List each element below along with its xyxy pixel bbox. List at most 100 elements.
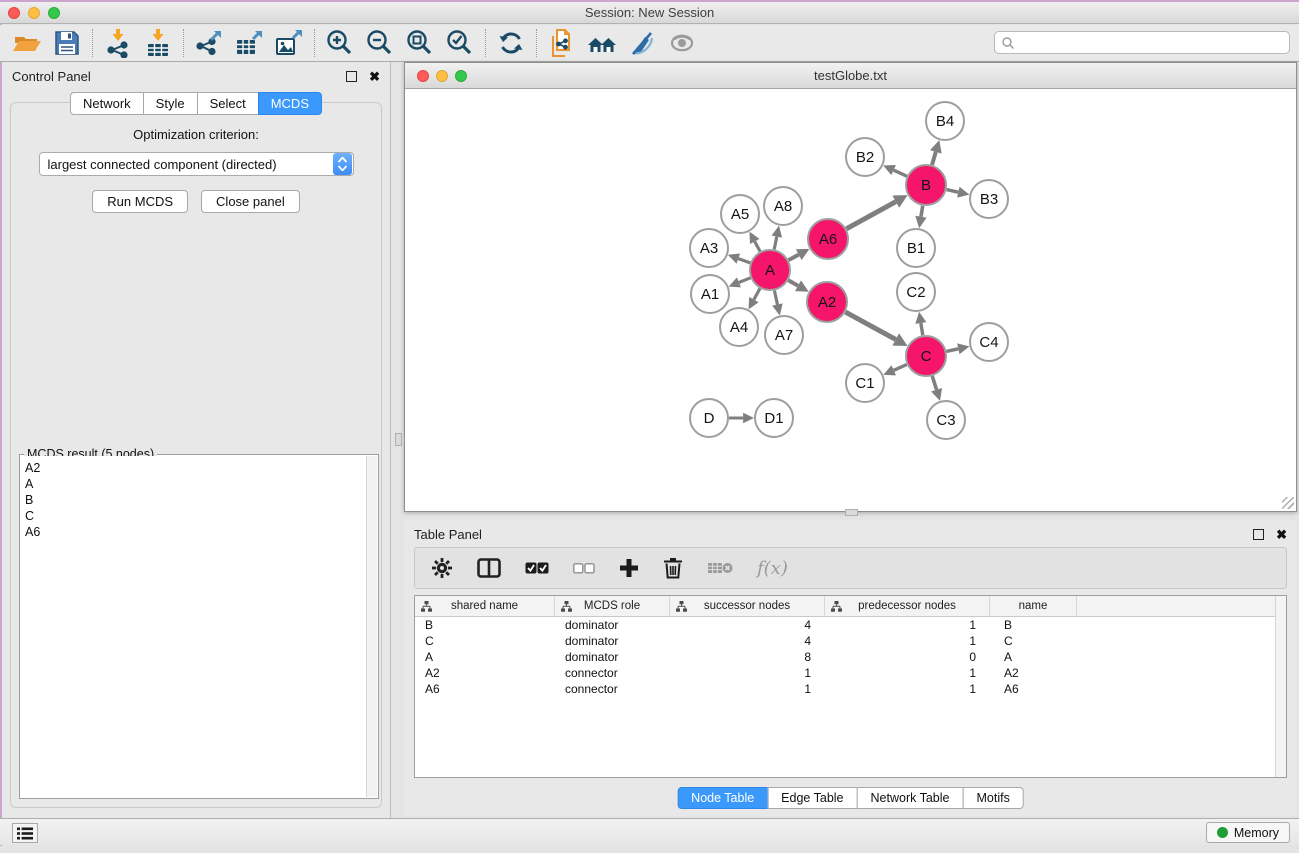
edge-A-A5[interactable] xyxy=(755,241,760,251)
table-settings-button[interactable] xyxy=(431,557,453,579)
list-icon xyxy=(17,827,33,840)
cell-successor-nodes: 1 xyxy=(670,666,825,680)
shared-column-icon xyxy=(421,601,432,612)
memory-button[interactable]: Memory xyxy=(1206,822,1290,843)
split-view-button[interactable] xyxy=(477,558,501,578)
select-all-button[interactable] xyxy=(525,562,549,574)
edge-A6-B[interactable] xyxy=(846,202,895,229)
network-close-button[interactable] xyxy=(417,70,429,82)
table-row[interactable]: A6connector11A6 xyxy=(415,681,1286,697)
plus-icon xyxy=(619,558,639,578)
table-float-button[interactable] xyxy=(1253,529,1264,540)
add-column-button[interactable] xyxy=(619,558,639,578)
edge-A-A6[interactable] xyxy=(789,255,799,260)
clone-network-button[interactable] xyxy=(545,27,579,59)
edge-C-C3[interactable] xyxy=(932,376,936,390)
edge-A-A3[interactable] xyxy=(738,259,750,263)
table-row[interactable]: Bdominator41B xyxy=(415,617,1286,633)
tab-select[interactable]: Select xyxy=(197,92,259,115)
edge-A-A4[interactable] xyxy=(754,288,760,299)
table-row[interactable]: Adominator80A xyxy=(415,649,1286,665)
cell-shared-name: A6 xyxy=(415,682,555,696)
deselect-all-button[interactable] xyxy=(573,563,595,574)
tab-style[interactable]: Style xyxy=(143,92,198,115)
split-divider-handle[interactable] xyxy=(395,433,402,446)
delete-column-button[interactable] xyxy=(663,557,683,579)
result-scrollbar[interactable] xyxy=(366,456,377,797)
zoom-in-button[interactable] xyxy=(323,27,357,59)
resize-grip[interactable] xyxy=(1282,497,1294,509)
node-label-B4: B4 xyxy=(936,113,954,130)
close-window-button[interactable] xyxy=(8,7,20,19)
column-header-name[interactable]: name xyxy=(990,596,1077,616)
tab-mcds[interactable]: MCDS xyxy=(258,92,322,115)
close-panel-button-inner[interactable]: Close panel xyxy=(201,190,300,213)
result-item[interactable]: A6 xyxy=(21,524,366,540)
task-history-button[interactable] xyxy=(12,823,38,843)
edge-C-C2[interactable] xyxy=(921,323,923,335)
edge-B-B1[interactable] xyxy=(921,206,923,217)
search-input[interactable] xyxy=(1015,34,1289,52)
toolbar-separator xyxy=(314,29,315,57)
maximize-window-button[interactable] xyxy=(48,7,60,19)
export-table-button[interactable] xyxy=(232,27,266,59)
edge-C-C1[interactable] xyxy=(894,364,907,370)
export-table-icon xyxy=(234,28,264,58)
zoom-selected-button[interactable] xyxy=(443,27,477,59)
split-divider-handle[interactable] xyxy=(845,509,858,516)
zoom-fit-button[interactable] xyxy=(403,27,437,59)
column-header-successor-nodes[interactable]: successor nodes xyxy=(670,596,825,616)
edge-C-C4[interactable] xyxy=(946,349,958,352)
network-minimize-button[interactable] xyxy=(436,70,448,82)
show-details-button[interactable] xyxy=(665,27,699,59)
network-window-titlebar[interactable]: testGlobe.txt xyxy=(405,63,1296,89)
result-item[interactable]: B xyxy=(21,492,366,508)
column-header-predecessor-nodes[interactable]: predecessor nodes xyxy=(825,596,990,616)
tab-motifs[interactable]: Motifs xyxy=(962,787,1023,809)
tab-edge-table[interactable]: Edge Table xyxy=(767,787,857,809)
edge-A-A7[interactable] xyxy=(774,291,777,305)
save-session-button[interactable] xyxy=(50,27,84,59)
column-header-MCDS-role[interactable]: MCDS role xyxy=(555,596,670,616)
network-canvas[interactable]: AA1A3A5A8A4A7A6A2BB2B4B3B1CC2C4C1C3DD1 xyxy=(405,89,1296,511)
open-session-button[interactable] xyxy=(10,27,44,59)
table-scrollbar[interactable] xyxy=(1275,596,1286,777)
zoom-out-button[interactable] xyxy=(363,27,397,59)
column-header-shared-name[interactable]: shared name xyxy=(415,596,555,616)
result-item[interactable]: A xyxy=(21,476,366,492)
float-panel-button[interactable] xyxy=(346,71,357,82)
table-close-button[interactable]: ✖ xyxy=(1276,528,1287,541)
cell-MCDS-role: dominator xyxy=(555,634,670,648)
edge-A-A2[interactable] xyxy=(788,280,798,285)
status-bar: Memory xyxy=(0,818,1299,845)
mcds-result-list[interactable]: A2ABCA6 xyxy=(21,456,366,797)
close-panel-button[interactable]: ✖ xyxy=(369,70,380,83)
tab-network[interactable]: Network xyxy=(70,92,144,115)
edge-B-B3[interactable] xyxy=(946,190,958,193)
criterion-dropdown[interactable]: largest connected component (directed) xyxy=(39,152,354,176)
network-maximize-button[interactable] xyxy=(455,70,467,82)
table-row[interactable]: Cdominator41C xyxy=(415,633,1286,649)
edge-A2-C[interactable] xyxy=(845,312,895,339)
edge-B-B2[interactable] xyxy=(894,170,907,176)
toolbar-search[interactable] xyxy=(994,31,1290,54)
window-titlebar[interactable]: Session: New Session xyxy=(0,2,1299,24)
minimize-window-button[interactable] xyxy=(28,7,40,19)
edge-A-A1[interactable] xyxy=(739,278,751,283)
home-layout-button[interactable] xyxy=(585,27,619,59)
tab-network-table[interactable]: Network Table xyxy=(857,787,964,809)
refresh-network-button[interactable] xyxy=(494,27,528,59)
import-network-button[interactable] xyxy=(101,27,135,59)
import-table-button[interactable] xyxy=(141,27,175,59)
result-item[interactable]: A2 xyxy=(21,460,366,476)
export-image-button[interactable] xyxy=(272,27,306,59)
run-mcds-button[interactable]: Run MCDS xyxy=(92,190,188,213)
result-item[interactable]: C xyxy=(21,508,366,524)
edge-B-B4[interactable] xyxy=(932,152,936,165)
tab-node-table[interactable]: Node Table xyxy=(677,787,768,809)
edge-A-A8[interactable] xyxy=(774,237,777,250)
zoom-fit-icon xyxy=(405,28,435,58)
hide-annotations-button[interactable] xyxy=(625,27,659,59)
export-network-button[interactable] xyxy=(192,27,226,59)
table-row[interactable]: A2connector11A2 xyxy=(415,665,1286,681)
